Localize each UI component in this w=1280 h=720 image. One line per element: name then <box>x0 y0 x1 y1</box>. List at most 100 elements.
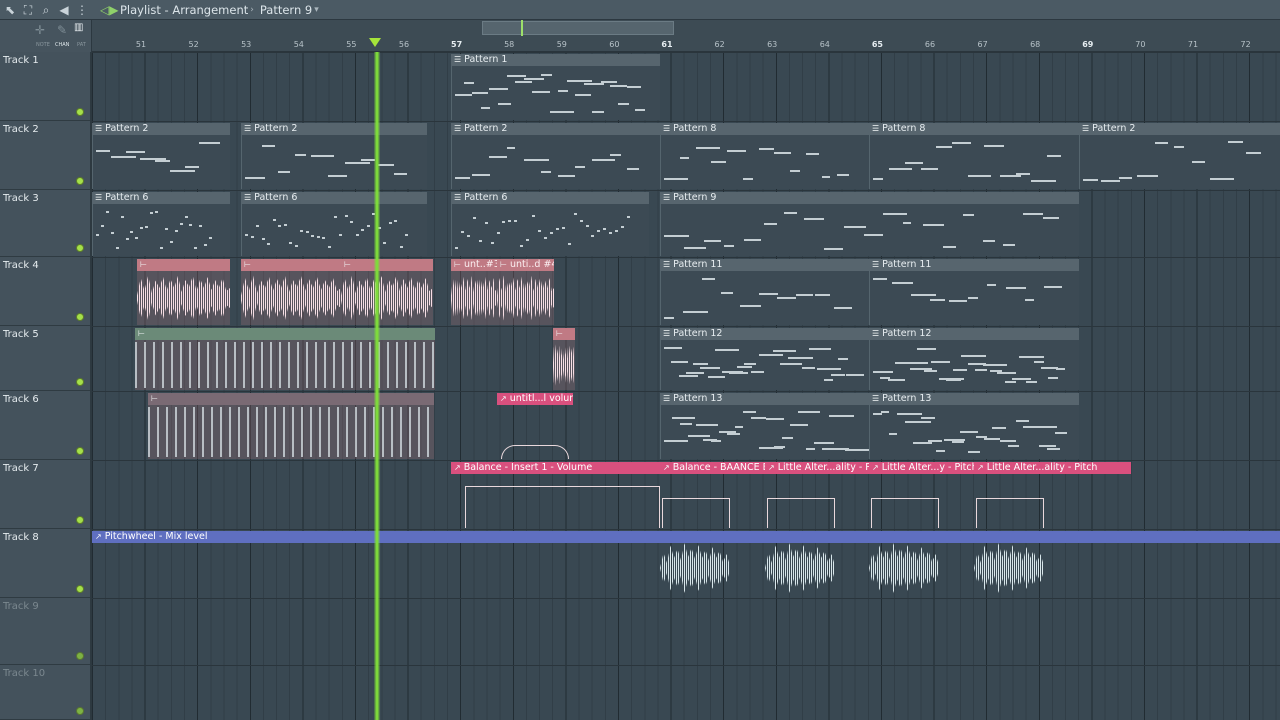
play-icon[interactable]: ◁▶ <box>100 2 118 18</box>
track-mute-led-icon[interactable] <box>76 108 84 116</box>
audio-clip[interactable]: ⊢ <box>553 328 575 390</box>
clip-header[interactable]: ☰ Pattern 8 <box>869 123 1079 135</box>
playhead-marker-icon[interactable] <box>369 38 381 47</box>
audio-clip[interactable]: ⊢ <box>135 328 435 390</box>
chevron-down-icon[interactable]: ▾ <box>314 5 319 15</box>
clip-header[interactable]: ☰ Pattern 2 <box>1079 123 1280 135</box>
track-mute-led-icon[interactable] <box>76 244 84 252</box>
track-header[interactable]: Track 1 <box>0 52 90 121</box>
pattern-clip[interactable]: ☰ Pattern 2 <box>451 123 660 189</box>
pattern-clip[interactable]: ☰ Pattern 8 <box>869 123 1079 189</box>
clip-header[interactable]: ☰ Pattern 2 <box>92 123 230 135</box>
clip-header[interactable]: ☰ Pattern 6 <box>451 192 649 204</box>
clip-header[interactable]: ☰ Pattern 13 <box>660 393 869 405</box>
clip-header[interactable]: ⊢ <box>341 259 433 271</box>
pattern-clip[interactable]: ☰ Pattern 12 <box>660 328 869 390</box>
audio-clip[interactable]: ⊢ unt..#3 <box>451 259 497 325</box>
track-mute-led-icon[interactable] <box>76 313 84 321</box>
clip-header[interactable]: ↗Little Alter...y - Pitch #2 <box>869 462 974 474</box>
menu-icon[interactable]: ⋮ <box>74 2 90 18</box>
pattern-clip[interactable]: ☰ Pattern 13 <box>660 393 869 459</box>
clip-header[interactable]: ⊢ <box>241 259 341 271</box>
track-mute-led-icon[interactable] <box>76 652 84 660</box>
clip-header[interactable]: ☰ Pattern 1 <box>451 54 660 66</box>
pattern-filter[interactable]: PAT <box>77 42 86 48</box>
crosshair-icon[interactable]: ✛ <box>32 22 48 38</box>
audio-clip[interactable]: ⊢ <box>137 259 230 325</box>
track-mute-led-icon[interactable] <box>76 585 84 593</box>
pattern-clip[interactable]: ☰ Pattern 2 <box>92 123 230 189</box>
clip-header[interactable]: ⊢ unt..#3 <box>451 259 497 271</box>
track-header[interactable]: Track 4 <box>0 257 90 326</box>
pattern-clip[interactable]: ☰ Pattern 6 <box>92 192 230 256</box>
pattern-clip[interactable]: ☰ Pattern 1 <box>451 54 660 120</box>
track-header[interactable]: Track 2 <box>0 121 90 190</box>
volume-icon[interactable]: ◀ <box>56 2 72 18</box>
playlist-grid[interactable]: ☰ Pattern 1 ☰ Pattern 2 ☰ Pattern 2 ☰ Pattern 2… <box>92 52 1280 720</box>
clip-header[interactable]: ☰ Pattern 13 <box>869 393 1079 405</box>
pattern-selector[interactable]: Pattern 9 <box>260 3 312 17</box>
clip-header[interactable]: ☰ Pattern 9 <box>660 192 1079 204</box>
brush-icon[interactable]: ✎ <box>54 22 70 38</box>
clip-header[interactable]: ↗untitl...l volume <box>497 393 573 405</box>
clip-header[interactable]: ↗ Balance - Insert 1 - Volume <box>451 462 660 474</box>
clip-header[interactable]: ☰ Pattern 11 <box>660 259 869 271</box>
automation-clip[interactable]: ↗Little Alter...ality - Pitch <box>974 462 1131 528</box>
pattern-clip[interactable]: ☰ Pattern 9 <box>660 192 1079 256</box>
track-mute-led-icon[interactable] <box>76 378 84 386</box>
automation-clip[interactable]: ↗untitl...l volume <box>497 393 573 459</box>
clip-header[interactable]: ↗Little Alter...ality - Pitch <box>765 462 869 474</box>
pattern-clip[interactable]: ☰ Pattern 2 <box>241 123 427 189</box>
track-header[interactable]: Track 6 <box>0 391 90 460</box>
pattern-clip[interactable]: ☰ Pattern 11 <box>660 259 869 325</box>
track-header[interactable]: Track 3 <box>0 190 90 257</box>
zoom-icon[interactable]: ⌕ <box>38 2 54 18</box>
track-header[interactable]: Track 8 <box>0 529 90 598</box>
audio-clip[interactable]: ⊢ <box>341 259 433 325</box>
automation-clip[interactable]: ↗ Balance - Insert 1 - Volume <box>451 462 660 528</box>
pattern-clip[interactable]: ☰ Pattern 6 <box>451 192 649 256</box>
automation-clip[interactable]: ↗ Balance - BAANCE Bl <box>660 462 765 528</box>
automation-clip[interactable]: ↗Little Alter...ality - Pitch <box>765 462 869 528</box>
clip-header[interactable]: ☰ Pattern 8 <box>660 123 869 135</box>
clip-header[interactable]: ☰ Pattern 2 <box>451 123 660 135</box>
clip-header[interactable]: ⊢ <box>135 328 435 340</box>
track-mute-led-icon[interactable] <box>76 177 84 185</box>
clip-header[interactable]: ☰ Pattern 12 <box>869 328 1079 340</box>
track-mute-led-icon[interactable] <box>76 447 84 455</box>
snap-icon[interactable]: ▥ <box>74 22 86 34</box>
audio-clip[interactable]: ⊢ <box>148 393 434 459</box>
clip-header[interactable]: ⊢ <box>137 259 230 271</box>
note-filter[interactable]: NOTE <box>36 42 50 48</box>
pointer-tool-icon[interactable]: ⬉ <box>2 2 18 18</box>
track-mute-led-icon[interactable] <box>76 707 84 715</box>
track-header[interactable]: Track 9 <box>0 598 90 665</box>
clip-header[interactable]: ⊢ unti..d #4 <box>497 259 554 271</box>
audio-clip[interactable]: ⊢ <box>241 259 341 325</box>
pattern-clip[interactable]: ☰ Pattern 12 <box>869 328 1079 390</box>
clip-header[interactable]: ☰ Pattern 11 <box>869 259 1079 271</box>
pattern-clip[interactable]: ☰ Pattern 2 <box>1079 123 1280 189</box>
clip-header[interactable]: ☰ Pattern 6 <box>92 192 230 204</box>
audio-clip[interactable]: ⊢ unti..d #4 <box>497 259 554 325</box>
pattern-clip[interactable]: ☰ Pattern 11 <box>869 259 1079 325</box>
pattern-clip[interactable]: ☰ Pattern 6 <box>241 192 427 256</box>
clip-header[interactable]: ↗ Balance - BAANCE Bl <box>660 462 765 474</box>
clip-header[interactable]: ☰ Pattern 12 <box>660 328 869 340</box>
clip-header[interactable]: ⊢ <box>148 393 434 405</box>
clip-header[interactable]: ↗Little Alter...ality - Pitch <box>974 462 1131 474</box>
overview-viewport[interactable] <box>482 21 674 35</box>
fullscreen-icon[interactable]: ⛶ <box>20 2 36 18</box>
clip-header[interactable]: ☰ Pattern 6 <box>241 192 427 204</box>
track-header[interactable]: Track 5 <box>0 326 90 391</box>
clip-header[interactable]: ⊢ <box>553 328 575 340</box>
clip-header[interactable]: ↗ Pitchwheel - Mix level <box>92 531 1280 543</box>
song-overview[interactable] <box>92 20 1280 36</box>
channel-filter[interactable]: CHAN <box>55 42 69 48</box>
timeline-ruler[interactable]: 51 52 53 54 55 56 57 58 59 60 61 62 63 64 65 66 67 68 69 70… <box>92 36 1280 52</box>
track-header[interactable]: Track 7 <box>0 460 90 529</box>
pattern-clip[interactable]: ☰ Pattern 13 <box>869 393 1079 459</box>
clip-header[interactable]: ☰ Pattern 2 <box>241 123 427 135</box>
pattern-clip[interactable]: ☰ Pattern 8 <box>660 123 869 189</box>
track-header[interactable]: Track 10 <box>0 665 90 720</box>
